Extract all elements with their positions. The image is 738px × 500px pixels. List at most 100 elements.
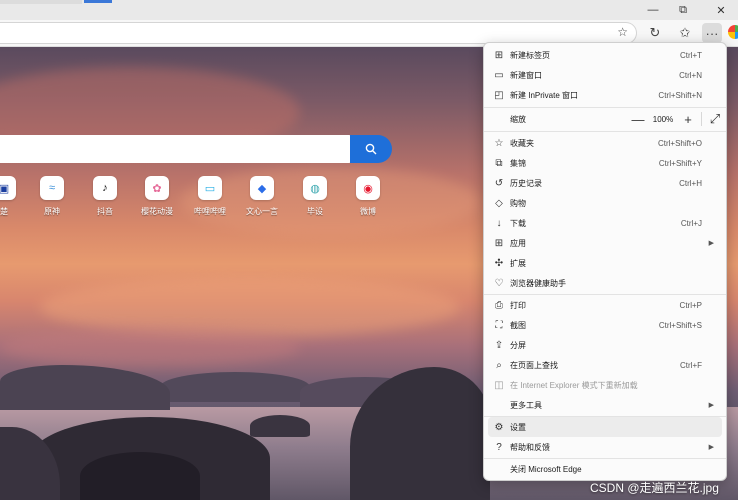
site-icon: ≈ [40,176,64,200]
menu-item-label: 设置 [510,422,526,432]
share-icon: ⇪ [494,339,504,351]
zoom-value: 100% [652,114,674,124]
menu-item-label: 新建窗口 [510,70,542,80]
menu-item-apps[interactable]: ⊞ 应用 ▶ [488,233,722,253]
menu-item-new-tab[interactable]: ⊞ 新建标签页 Ctrl+T [488,45,722,65]
shortcut-label: Ctrl+H [679,178,702,188]
shortcut-label: Ctrl+P [679,300,702,310]
quick-link-label: 樱花动漫 [141,207,173,216]
menu-item-label: 浏览器健康助手 [510,278,566,288]
shortcut-label: Ctrl+J [680,218,702,228]
quick-link-label: 抖音 [97,207,113,216]
new-tab-icon: ⊞ [494,49,504,61]
shopping-tag-icon: ◇ [495,197,503,209]
menu-item-settings[interactable]: ⚙ 设置 [488,417,722,437]
menu-item-ie-mode[interactable]: ◫ 在 Internet Explorer 模式下重新加载 [488,375,722,395]
site-icon: ▣ [0,176,16,200]
quick-link[interactable]: ◍ 毕设 [295,176,335,217]
site-icon: ◍ [303,176,327,200]
menu-item-label: 集锦 [510,158,526,168]
tab-strip[interactable] [0,0,82,4]
menu-separator [484,131,726,132]
tab-indicator [84,0,112,3]
restore-button[interactable]: ⧉ [672,2,694,18]
quick-link-label: 文心一言 [246,207,278,216]
site-icon: ◉ [356,176,380,200]
search-button[interactable] [350,135,392,163]
favorite-star-icon[interactable]: ☆ [617,25,628,39]
menu-item-print[interactable]: ⎙ 打印 Ctrl+P [488,295,722,315]
menu-item-downloads[interactable]: ↓ 下载 Ctrl+J [488,213,722,233]
menu-item-label: 历史记录 [510,178,542,188]
more-options-button[interactable]: ··· [702,23,722,43]
menu-item-label: 分屏 [510,340,526,350]
close-edge-menu-item[interactable]: 关闭 Microsoft Edge [488,459,722,479]
menu-item-label: 应用 [510,238,526,248]
zoom-label: 缩放 [510,114,526,124]
copilot-icon[interactable] [728,25,738,39]
fullscreen-icon[interactable]: ⤢ [707,111,723,127]
menu-item-new-window[interactable]: ▭ 新建窗口 Ctrl+N [488,65,722,85]
menu-item-label: 更多工具 [510,400,542,410]
menu-item-browser-essentials[interactable]: ♡ 浏览器健康助手 [488,273,722,293]
quick-link[interactable]: ◆ 文心一言 [242,176,282,217]
quick-link[interactable]: ◉ 微博 [348,176,388,217]
inprivate-icon: ◰ [494,89,504,101]
menu-item-screenshot[interactable]: ⛶ 截图 Ctrl+Shift+S [488,315,722,335]
collections-icon: ⧉ [495,157,503,169]
menu-item-find[interactable]: ⌕ 在页面上查找 Ctrl+F [488,355,722,375]
menu-item-shopping[interactable]: ◇ 购物 [488,193,722,213]
quick-link[interactable]: ▣ 楚 [0,176,24,217]
settings-and-more-menu: ⊞ 新建标签页 Ctrl+T ▭ 新建窗口 Ctrl+N ◰ 新建 InPrivate 窗口 C… [483,42,727,481]
shortcut-label: Ctrl+Shift+N [658,90,702,100]
menu-item-collections[interactable]: ⧉ 集锦 Ctrl+Shift+Y [488,153,722,173]
quick-link[interactable]: ▭ 哔哩哔哩 [190,176,230,217]
chevron-right-icon: ▶ [708,240,714,247]
chevron-right-icon: ▶ [708,444,714,451]
menu-item-label: 新建标签页 [510,50,550,60]
menu-item-extensions[interactable]: ✣ 扩展 [488,253,722,273]
menu-item-history[interactable]: ↺ 历史记录 Ctrl+H [488,173,722,193]
extensions-icon: ✣ [494,257,504,269]
menu-item-share[interactable]: ⇪ 分屏 [488,335,722,355]
quick-link-label: 哔哩哔哩 [194,207,226,216]
site-icon: ▭ [198,176,222,200]
shortcut-label: Ctrl+N [679,70,702,80]
menu-item-favorites[interactable]: ☆ 收藏夹 Ctrl+Shift+O [488,133,722,153]
address-bar[interactable]: ☆ [0,22,637,44]
history-icon: ↺ [494,177,504,189]
apps-icon: ⊞ [494,237,504,249]
shortcut-label: Ctrl+T [680,50,702,60]
favorites-icon: ☆ [494,137,504,149]
quick-link[interactable]: ≈ 原神 [32,176,72,217]
close-window-button[interactable]: ✕ [710,2,732,18]
menu-item-label: 下载 [510,218,526,228]
screenshot-icon: ⛶ [495,319,503,331]
download-icon: ↓ [496,217,502,229]
menu-item-label: 打印 [510,300,526,310]
site-icon: ✿ [145,176,169,200]
site-icon: ◆ [250,176,274,200]
new-window-icon: ▭ [494,69,504,81]
zoom-in-button[interactable]: + [680,111,696,127]
minimize-button[interactable]: — [642,2,664,18]
menu-item-label: 购物 [510,198,526,208]
menu-item-new-inprivate[interactable]: ◰ 新建 InPrivate 窗口 Ctrl+Shift+N [488,85,722,105]
quick-link[interactable]: ✿ 樱花动漫 [137,176,177,217]
find-icon: ⌕ [496,359,502,371]
menu-item-label: 在页面上查找 [510,360,558,370]
menu-item-label: 扩展 [510,258,526,268]
heart-pulse-icon: ♡ [494,277,504,289]
shortcut-label: Ctrl+Shift+Y [658,158,702,168]
chevron-right-icon: ▶ [708,402,714,409]
title-bar: — ⧉ ✕ [0,0,738,20]
shortcut-label: Ctrl+Shift+O [657,138,702,148]
refresh-icon[interactable]: ↻ [645,23,665,43]
quick-link-label: 楚 [0,207,8,216]
zoom-out-button[interactable]: — [630,111,646,127]
menu-item-more-tools[interactable]: 更多工具 ▶ [488,395,722,415]
web-search-input[interactable] [0,135,352,163]
quick-link[interactable]: ♪ 抖音 [85,176,125,217]
favorites-icon[interactable]: ✩ [675,23,695,43]
menu-item-help[interactable]: ? 帮助和反馈 ▶ [488,437,722,457]
